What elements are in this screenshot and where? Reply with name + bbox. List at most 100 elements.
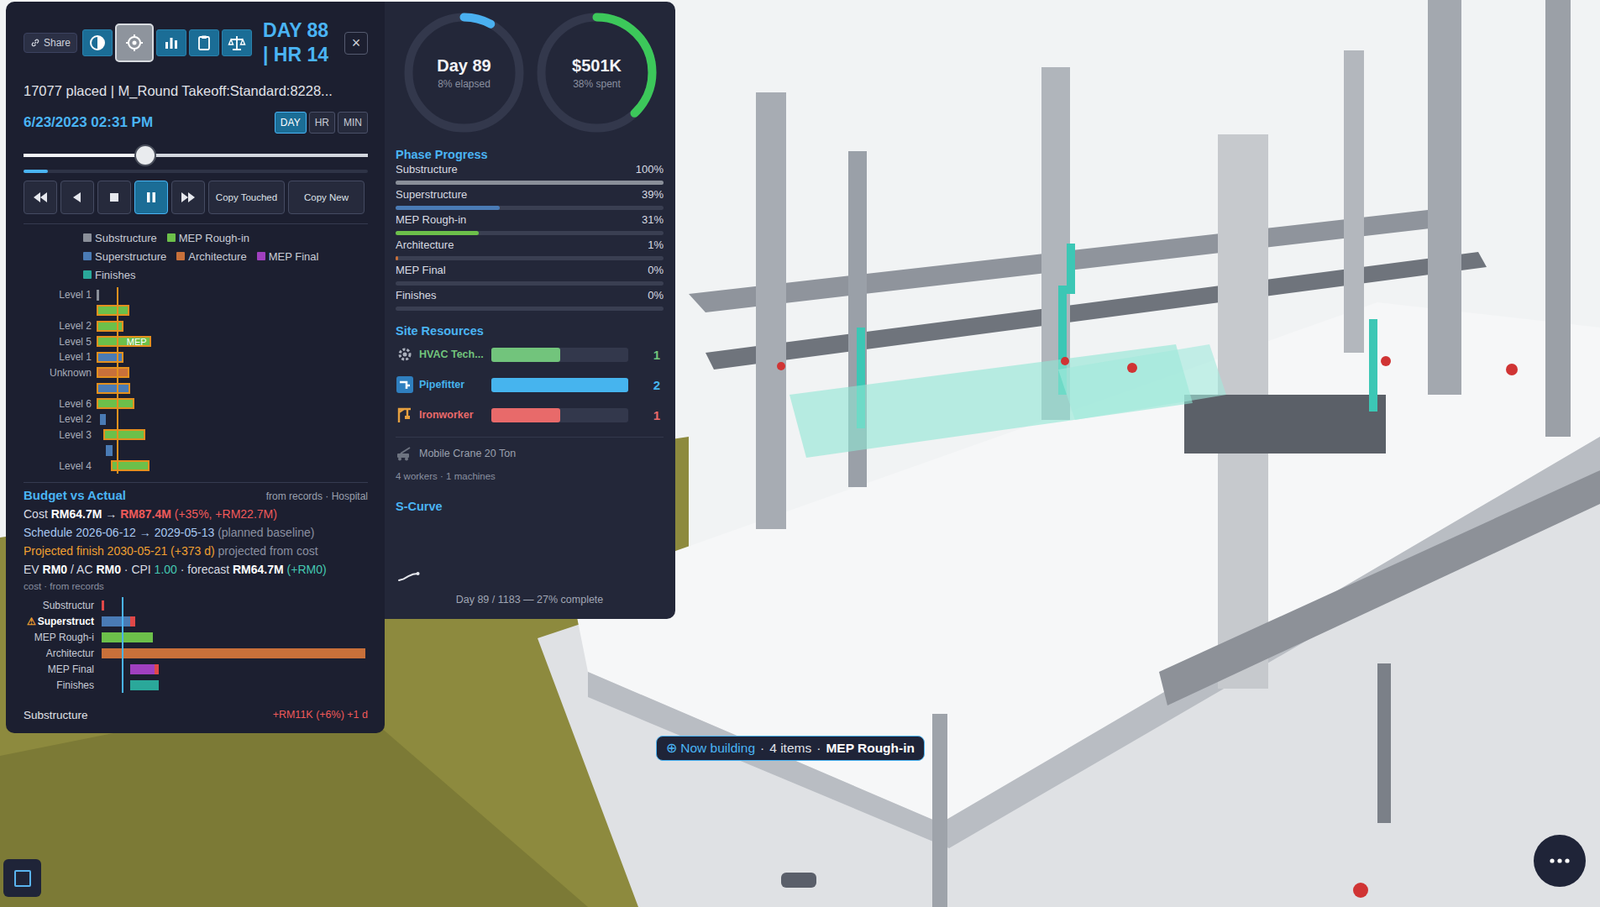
budget-row: MEP Rough-i: [23, 629, 368, 646]
schedule-row: Level 2: [23, 318, 368, 335]
budget-bar[interactable]: [101, 632, 153, 643]
schedule-bar[interactable]: [96, 367, 130, 378]
slider-fill: [23, 153, 146, 158]
clipboard-tool-button[interactable]: [188, 29, 220, 57]
schedule-bar[interactable]: [103, 429, 146, 441]
s-curve-chart: [395, 516, 655, 584]
granularity-button[interactable]: DAY: [274, 111, 307, 134]
schedule-bar[interactable]: [96, 382, 131, 394]
budget-bar[interactable]: [101, 648, 367, 659]
share-button[interactable]: Share: [23, 32, 78, 53]
budget-value: Schedule 2026-06-12 → 2029-05-13: [23, 525, 215, 540]
budget-row: Finishes: [23, 676, 368, 693]
schedule-track: [96, 303, 368, 320]
legend-item: Superstructure: [83, 250, 167, 263]
back-button[interactable]: [60, 180, 95, 215]
schedule-track: [96, 458, 368, 475]
schedule-bar[interactable]: [99, 414, 106, 425]
schedule-row-label: Level 4: [23, 460, 92, 473]
budget-caption: cost · from records: [23, 578, 368, 594]
budget-value: Cost: [23, 507, 52, 521]
contrast-icon: [88, 33, 107, 53]
pause-button[interactable]: [134, 180, 168, 215]
resource-bar-fill: [491, 408, 561, 423]
today-line: [121, 645, 124, 661]
schedule-bar[interactable]: [105, 445, 113, 457]
footer-label: Substructure: [23, 708, 89, 722]
phase-row-text: MEP Final 0%: [395, 263, 664, 278]
date-row: 6/23/2023 02:31 PM DAYHRMIN: [23, 110, 368, 135]
schedule-row-label: Level 1: [23, 351, 92, 363]
s-curve-title: S-Curve: [395, 499, 664, 515]
today-line: [116, 349, 119, 366]
ring-text: $501K 38% spent: [536, 12, 657, 133]
drag-handle[interactable]: [781, 872, 817, 888]
timeline-slider[interactable]: [23, 144, 368, 167]
scales-icon: [227, 33, 247, 53]
legend-swatch: [167, 233, 176, 242]
close-button[interactable]: ×: [344, 31, 368, 55]
copy-button[interactable]: Copy New: [288, 180, 365, 215]
chart-tool-button[interactable]: [156, 29, 187, 57]
today-line: [116, 287, 119, 304]
phase-percent: 100%: [635, 162, 664, 177]
schedule-track: [96, 380, 368, 397]
budget-bar[interactable]: [130, 664, 154, 675]
rewind-button[interactable]: [23, 180, 58, 215]
budget-line: Projected finish 2030-05-21 (+373 d) pro…: [23, 541, 368, 561]
today-line: [116, 411, 119, 428]
contrast-tool-button[interactable]: [82, 29, 113, 57]
schedule-row: Level 3: [23, 427, 368, 444]
more-button[interactable]: [1533, 834, 1586, 887]
copy-button[interactable]: Copy Touched: [208, 180, 285, 215]
slider-thumb[interactable]: [134, 144, 157, 167]
today-line: [116, 380, 119, 397]
phase-row-text: MEP Rough-in 31%: [395, 213, 664, 227]
schedule-bar[interactable]: [96, 398, 135, 410]
schedule-row: Unknown: [23, 365, 368, 382]
ring-text: Day 89 8% elapsed: [403, 12, 525, 133]
budget-track: [99, 645, 368, 661]
phase-percent: 1%: [647, 238, 664, 252]
budget-value: RM64.7M: [232, 562, 284, 577]
today-line: [116, 427, 119, 444]
ring-row: Day 89 8% elapsed $501K 38% spent: [395, 12, 664, 133]
progress-panel: Day 89 8% elapsed $501K 38% spent Phase …: [384, 1, 676, 620]
schedule-bar[interactable]: [96, 304, 130, 316]
budget-bar[interactable]: [130, 680, 159, 691]
stop-button[interactable]: [97, 180, 132, 215]
today-line: [116, 334, 119, 351]
budget-track: [99, 629, 368, 646]
target-tool-button[interactable]: [115, 23, 154, 63]
granularity-button[interactable]: MIN: [337, 111, 368, 134]
schedule-track: [96, 318, 368, 335]
divider: [23, 482, 368, 483]
phase-row-text: Superstructure 39%: [395, 188, 664, 202]
budget-value: Projected finish 2030-05-21 (+373 d): [23, 544, 216, 558]
today-line: [121, 597, 124, 614]
phase-label: Superstructure: [395, 188, 467, 202]
forward-button[interactable]: [171, 180, 205, 215]
schedule-bar[interactable]: [96, 351, 124, 363]
budget-value: 1.00: [154, 562, 178, 577]
schedule-bar[interactable]: [96, 289, 100, 301]
granularity-button[interactable]: HR: [309, 111, 336, 134]
more-icon: [1548, 857, 1571, 865]
frame-button[interactable]: [3, 859, 42, 898]
scales-tool-button[interactable]: [221, 29, 252, 57]
resource-bar: [491, 347, 629, 362]
footer-delta: +RM11K (+6%) +1 d: [272, 708, 368, 721]
budget-header: Budget vs Actual from records · Hospital: [23, 487, 368, 505]
budget-bar[interactable]: [101, 616, 132, 627]
square-icon: [14, 870, 32, 887]
budget-value: projected from cost: [215, 544, 319, 558]
schedule-bar[interactable]: [96, 320, 124, 332]
schedule-row-label: Level 2: [23, 413, 92, 425]
resource-summary: 4 workers · 1 machines: [395, 471, 664, 485]
budget-footer: Substructure +RM11K (+6%) +1 d: [23, 702, 368, 727]
phase-bar: [395, 306, 664, 311]
budget-row: Substructur: [23, 597, 368, 614]
pipe-icon: [395, 375, 415, 394]
schedule-bar[interactable]: MEP: [96, 335, 152, 347]
pause-icon: [142, 190, 160, 205]
